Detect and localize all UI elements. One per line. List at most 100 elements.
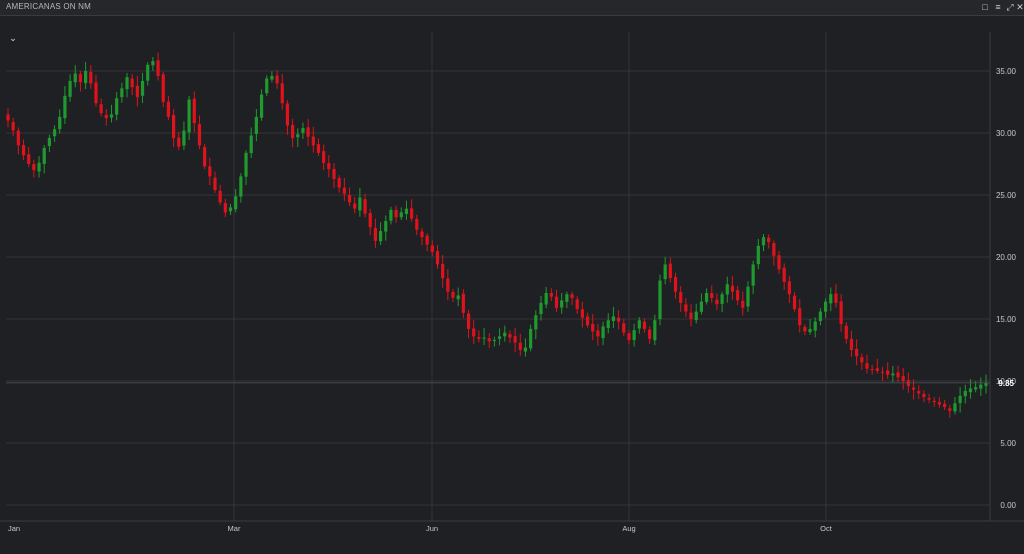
candle[interactable] <box>316 138 321 156</box>
candle[interactable] <box>228 203 233 215</box>
candle[interactable] <box>466 309 471 339</box>
candle[interactable] <box>135 76 139 107</box>
candle[interactable] <box>363 193 367 218</box>
candle[interactable] <box>223 198 227 218</box>
candle[interactable] <box>115 92 119 121</box>
candle[interactable] <box>208 157 212 186</box>
candle[interactable] <box>94 75 98 107</box>
candle[interactable] <box>415 214 419 236</box>
candle[interactable] <box>58 109 62 134</box>
candle[interactable] <box>11 117 15 137</box>
candle[interactable] <box>239 173 243 203</box>
candle[interactable] <box>425 233 429 252</box>
candle[interactable] <box>285 100 290 135</box>
candle[interactable] <box>296 128 300 147</box>
candle[interactable] <box>21 139 26 160</box>
candle[interactable] <box>342 177 346 202</box>
candle[interactable] <box>958 387 962 413</box>
candle[interactable] <box>782 263 786 290</box>
candle[interactable] <box>441 254 445 288</box>
candle[interactable] <box>668 257 672 283</box>
candle[interactable] <box>591 314 595 341</box>
candle[interactable] <box>746 281 750 312</box>
candle[interactable] <box>606 313 610 334</box>
candle[interactable] <box>503 325 507 342</box>
candle[interactable] <box>813 317 817 338</box>
candle[interactable] <box>166 95 171 121</box>
candle[interactable] <box>477 330 481 343</box>
candle[interactable] <box>922 390 926 403</box>
candle[interactable] <box>78 70 83 92</box>
candle[interactable] <box>487 333 491 348</box>
candle[interactable] <box>761 233 766 252</box>
candle[interactable] <box>306 118 310 147</box>
candle[interactable] <box>570 291 574 306</box>
candle[interactable] <box>694 303 698 324</box>
candle[interactable] <box>715 293 719 310</box>
candle[interactable] <box>182 121 186 150</box>
candle[interactable] <box>373 218 378 248</box>
candle[interactable] <box>68 74 72 102</box>
candle[interactable] <box>456 287 460 307</box>
candle[interactable] <box>860 353 864 370</box>
candle[interactable] <box>311 126 315 153</box>
candle[interactable] <box>684 298 688 318</box>
candle[interactable] <box>637 317 641 334</box>
candle[interactable] <box>937 397 942 408</box>
candle[interactable] <box>523 338 528 357</box>
candle[interactable] <box>529 324 533 352</box>
candle[interactable] <box>410 199 414 222</box>
candle[interactable] <box>332 163 336 188</box>
candle[interactable] <box>109 104 114 123</box>
candle[interactable] <box>736 285 740 306</box>
candle[interactable] <box>979 377 983 396</box>
candle[interactable] <box>891 365 895 383</box>
candle[interactable] <box>270 71 274 83</box>
candle[interactable] <box>601 321 605 346</box>
candle[interactable] <box>244 150 248 185</box>
candle[interactable] <box>125 72 129 98</box>
candle[interactable] <box>472 320 476 345</box>
candle[interactable] <box>539 295 543 321</box>
restore-icon[interactable]: □ <box>979 1 991 13</box>
candle[interactable] <box>658 274 662 326</box>
candle[interactable] <box>104 109 108 126</box>
candlestick-chart[interactable]: 0.005.0010.0015.0020.0025.0030.0035.00Ja… <box>0 16 1024 549</box>
candle[interactable] <box>430 240 434 257</box>
candle[interactable] <box>585 312 590 328</box>
candle[interactable] <box>834 283 838 308</box>
candle[interactable] <box>16 127 20 155</box>
candle[interactable] <box>596 323 600 346</box>
candle[interactable] <box>254 109 258 142</box>
candle[interactable] <box>544 287 548 309</box>
candle[interactable] <box>177 131 181 151</box>
candle[interactable] <box>767 234 771 249</box>
candle[interactable] <box>984 374 988 394</box>
candle[interactable] <box>327 155 331 178</box>
candle[interactable] <box>63 85 67 124</box>
candle[interactable] <box>322 144 326 171</box>
candle[interactable] <box>213 171 217 193</box>
candle[interactable] <box>156 52 160 81</box>
candle[interactable] <box>249 127 253 159</box>
candle[interactable] <box>575 296 579 314</box>
candle[interactable] <box>844 322 848 344</box>
candle[interactable] <box>741 291 745 316</box>
candle[interactable] <box>37 156 41 178</box>
candle[interactable] <box>301 122 305 139</box>
candle[interactable] <box>337 175 341 193</box>
candle[interactable] <box>420 228 424 246</box>
candle[interactable] <box>347 187 352 207</box>
candle[interactable] <box>130 74 134 96</box>
candle[interactable] <box>52 125 57 142</box>
candle[interactable] <box>197 115 202 150</box>
candle[interactable] <box>710 285 714 303</box>
candle[interactable] <box>32 159 36 178</box>
candle[interactable] <box>6 108 10 128</box>
candle[interactable] <box>839 294 843 332</box>
candle[interactable] <box>482 327 486 346</box>
candle[interactable] <box>47 134 52 152</box>
candle[interactable] <box>642 318 647 333</box>
candle[interactable] <box>549 288 553 301</box>
candle[interactable] <box>280 74 284 110</box>
